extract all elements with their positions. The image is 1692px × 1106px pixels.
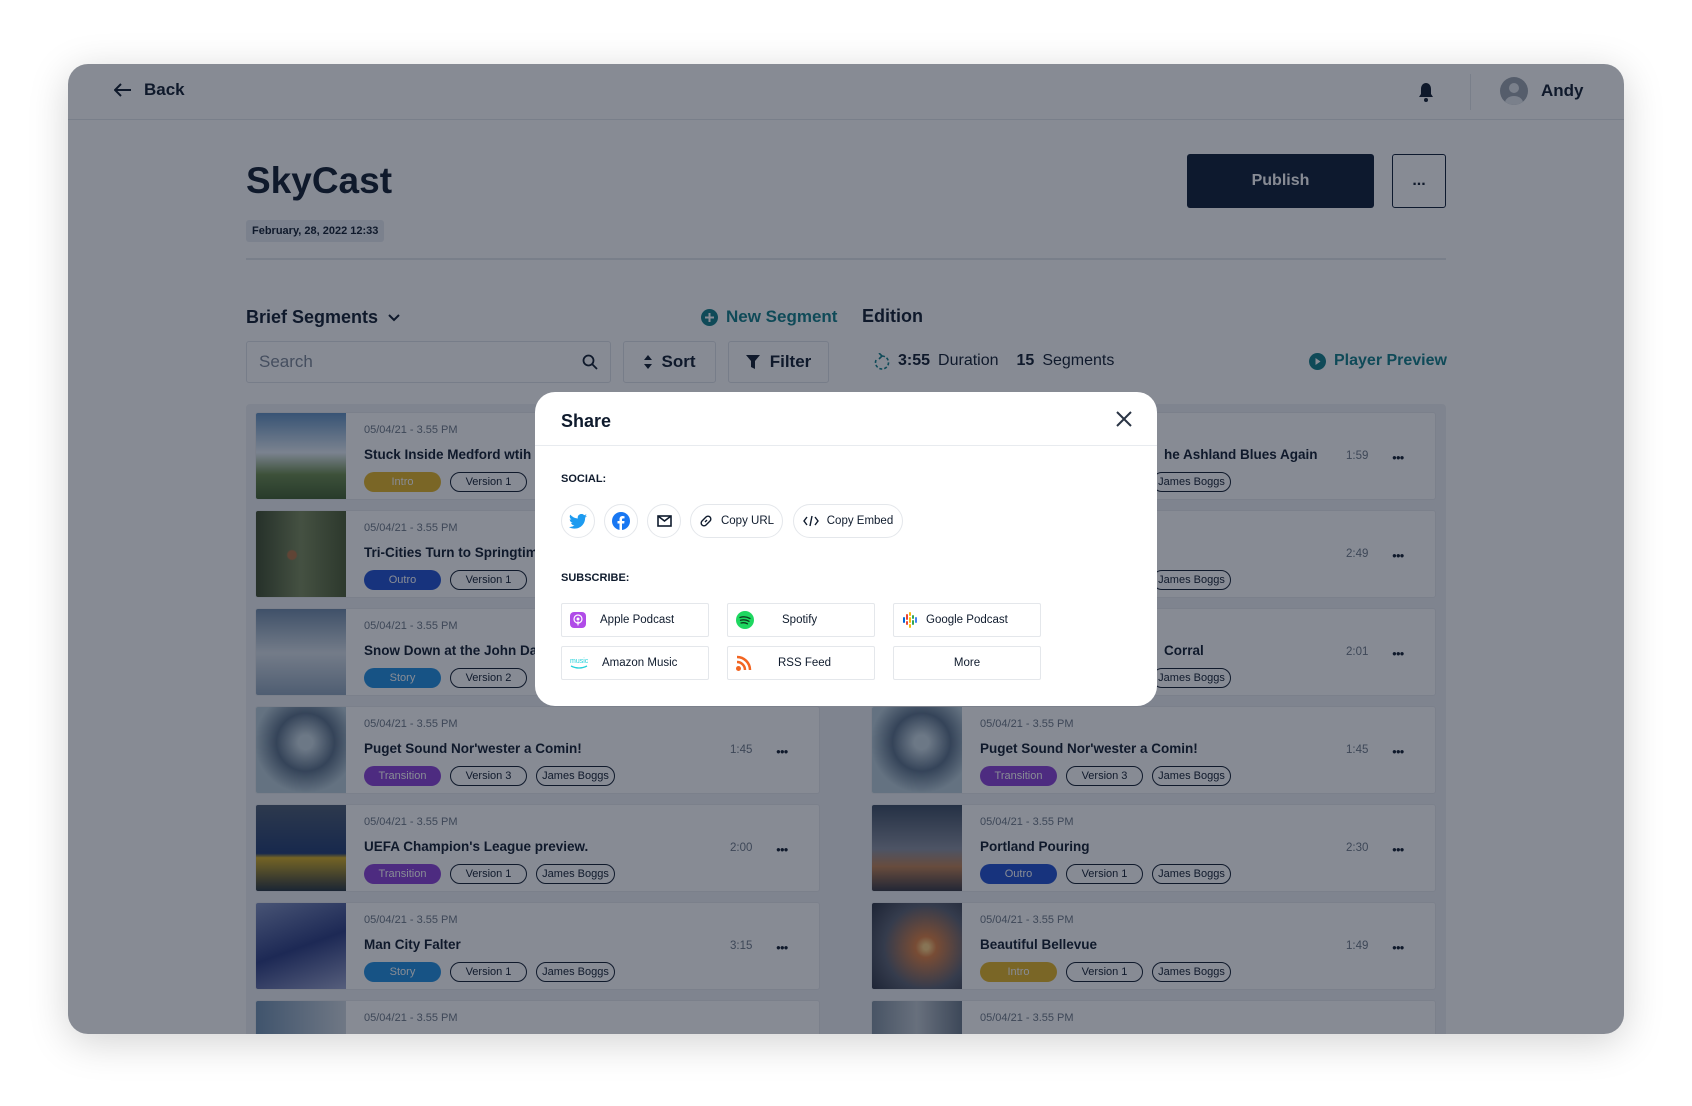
spotify-label: Spotify (782, 614, 818, 626)
apple-podcast-button[interactable]: Apple Podcast (561, 603, 709, 637)
social-label: SOCIAL: (561, 473, 607, 485)
rss-feed-label: RSS Feed (778, 657, 832, 669)
copy-url-button[interactable]: Copy URL (690, 504, 783, 538)
google-podcast-icon (903, 612, 917, 628)
spotify-icon (736, 611, 754, 629)
apple-podcast-label: Apple Podcast (600, 614, 675, 626)
twitter-button[interactable] (561, 504, 595, 538)
facebook-icon (612, 512, 630, 530)
subscribe-label: SUBSCRIBE: (561, 572, 630, 584)
rss-feed-button[interactable]: RSS Feed (727, 646, 875, 680)
amazon-music-button[interactable]: music Amazon Music (561, 646, 709, 680)
link-icon (700, 515, 712, 527)
code-icon (802, 515, 819, 527)
copy-embed-label: Copy Embed (826, 515, 894, 527)
svg-text:music: music (570, 658, 588, 665)
email-button[interactable] (647, 504, 681, 538)
amazon-music-label: Amazon Music (602, 657, 678, 669)
copy-url-label: Copy URL (720, 515, 775, 527)
apple-podcast-icon (570, 612, 586, 628)
modal-header (535, 392, 1157, 446)
close-icon[interactable] (1115, 410, 1133, 428)
copy-embed-button[interactable]: Copy Embed (793, 504, 903, 538)
more-label: More (953, 657, 981, 669)
google-podcast-button[interactable]: Google Podcast (893, 603, 1041, 637)
spotify-button[interactable]: Spotify (727, 603, 875, 637)
twitter-icon (569, 513, 587, 529)
google-podcast-label: Google Podcast (926, 614, 1008, 626)
amazon-music-icon: music (570, 658, 588, 669)
mail-icon (656, 515, 672, 527)
rss-icon (736, 655, 752, 671)
modal-title: Share (561, 411, 612, 431)
more-button[interactable]: More (893, 646, 1041, 680)
facebook-button[interactable] (604, 504, 638, 538)
share-modal: Share SOCIAL: Copy URL Copy Embed SUBSCR… (535, 392, 1157, 706)
